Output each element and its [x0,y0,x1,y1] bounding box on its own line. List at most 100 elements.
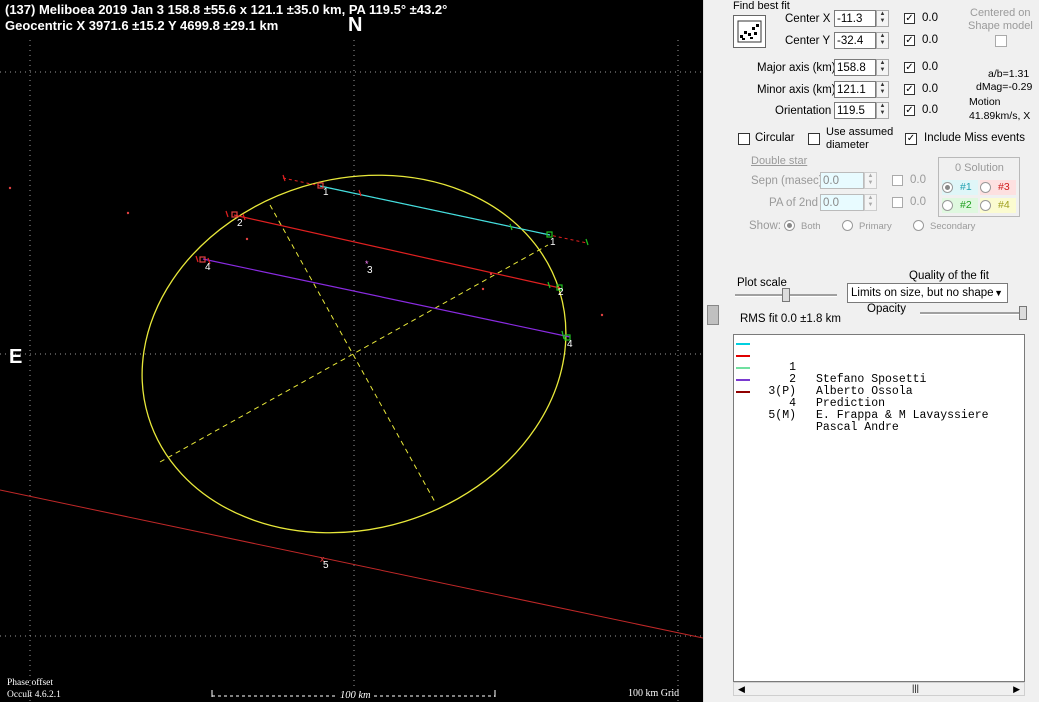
double-star-label: Double star [751,155,808,167]
quality-value: Limits on size, but no shape [851,287,994,299]
legend-row-4[interactable]: 4 E. Frappa & M Lavayssiere [734,374,989,422]
plot-canvas[interactable]: * x (137) Meliboea 2019 Jan 3 158.8 ±55.… [0,0,703,702]
scroll-right-icon[interactable]: ▶ [1013,684,1020,695]
include-miss-checkbox[interactable]: ✓ [905,133,917,145]
use-assumed-checkbox[interactable] [808,133,820,145]
use-assumed-label: Use assumed [826,126,894,138]
motion-value: 41.89km/s, X [969,110,1031,122]
plot-title: (137) Meliboea 2019 Jan 3 158.8 ±55.6 x … [5,2,448,17]
minor-axis-checkbox[interactable]: ✓ [904,84,915,95]
minor-axis-spinner[interactable]: ▲ ▼ [876,81,889,98]
opacity-slider[interactable] [1019,306,1027,320]
ab-ratio: a/b=1.31 [988,68,1030,80]
opacity-track[interactable] [920,312,1027,315]
pa2-unc: 0.0 [910,196,926,208]
major-axis-checkbox[interactable]: ✓ [904,62,915,73]
grid-label: 100 km Grid [628,688,680,699]
find-best-fit-button[interactable] [733,15,766,48]
orientation-spinner[interactable]: ▲ ▼ [876,102,889,119]
chevron-down-icon: ▼ [994,288,1003,298]
best-fit-icon [737,20,762,43]
circular-label: Circular [755,132,795,144]
solution-1-radio[interactable] [942,182,953,193]
legend-swatch-3 [736,367,750,369]
pa2-spinner[interactable]: ▲ ▼ [864,194,877,211]
legend-row-3[interactable]: 3(P) Prediction [734,362,885,410]
orientation-checkbox[interactable]: ✓ [904,105,915,116]
north-label: N [348,14,363,36]
splitter-handle[interactable] [707,305,719,325]
legend-row-2[interactable]: 2 Alberto Ossola [734,350,913,398]
version-label: Occult 4.6.2.1 [7,690,61,700]
plot-geocentric: Geocentric X 3971.6 ±15.2 Y 4699.8 ±29.1… [5,18,279,33]
minor-axis-unc: 0.0 [922,83,938,95]
motion-label: Motion [969,96,1001,108]
legend-row-1[interactable]: 1 Stefano Sposetti [734,338,926,386]
plot-splitter[interactable] [703,0,720,702]
solution-2[interactable]: #2 [942,198,978,213]
center-y-spinner[interactable]: ▲ ▼ [876,32,889,49]
solution-4-radio[interactable] [980,200,991,211]
legend-swatch-4 [736,379,750,381]
circular-checkbox[interactable] [738,133,750,145]
solution-group: 0 Solution #1 #3 #2 #4 [938,157,1020,217]
solution-4[interactable]: #4 [980,198,1016,213]
center-y-input[interactable]: -32.4 [834,32,876,49]
rms-fit: RMS fit 0.0 ±1.8 km [740,313,841,325]
plot-scale-label: Plot scale [737,277,787,289]
plot-scale-slider[interactable] [782,288,790,302]
shape-model-checkbox[interactable] [995,35,1007,47]
center-x-spinner[interactable]: ▲ ▼ [876,10,889,27]
show-label: Show: [749,220,781,232]
orientation-unc: 0.0 [922,104,938,116]
solution-3-radio[interactable] [980,182,991,193]
major-axis-spinner[interactable]: ▲ ▼ [876,59,889,76]
chord-4 [202,258,571,338]
scroll-left-icon[interactable]: ◀ [738,684,745,695]
legend-scrollbar[interactable]: ◀ ||| ▶ [733,682,1025,696]
orientation-input[interactable]: 119.5 [834,102,876,119]
major-axis-input[interactable]: 158.8 [834,59,876,76]
solution-3[interactable]: #3 [980,180,1016,195]
chord-markers [195,174,589,341]
scroll-thumb-grip[interactable]: ||| [912,683,919,693]
sepn-input[interactable]: 0.0 [820,172,864,189]
sepn-spinner[interactable]: ▲ ▼ [864,172,877,189]
solution-4-label: #4 [998,199,1010,211]
center-x-checkbox[interactable]: ✓ [904,13,915,24]
center-y-unc: 0.0 [922,34,938,46]
sepn-label: Sepn (masec) [751,175,823,187]
phase-offset-label: Phase offset [7,678,53,688]
show-primary-radio[interactable] [842,220,853,231]
show-both-radio[interactable] [784,220,795,231]
center-y-checkbox[interactable]: ✓ [904,35,915,46]
scale-label: 100 km [338,690,373,701]
minor-axis-input[interactable]: 121.1 [834,81,876,98]
minor-axis-label: Minor axis (km) [757,84,836,96]
solution-1[interactable]: #1 [942,180,978,195]
pa2-checkbox[interactable] [892,197,903,208]
sepn-checkbox[interactable] [892,175,903,186]
chord-label-1a: 1 [323,187,329,198]
center-x-unc: 0.0 [922,12,938,24]
solution-1-label: #1 [960,181,972,193]
major-axis [159,244,549,463]
legend-swatch-5 [736,391,750,393]
quality-dropdown[interactable]: Limits on size, but no shape ▼ [847,283,1008,303]
chord-5 [0,489,703,639]
dmag-value: dMag=-0.29 [976,81,1033,93]
show-secondary-radio[interactable] [913,220,924,231]
orientation-label: Orientation [775,105,832,117]
observer-legend[interactable]: 1 Stefano Sposetti 2 Alberto Ossola 3(P)… [733,334,1025,682]
solution-2-radio[interactable] [942,200,953,211]
major-axis-label: Major axis (km) [757,62,836,74]
chord-label-1b: 1 [550,237,556,248]
legend-swatch-2 [736,355,750,357]
legend-swatch-1 [736,343,750,345]
chord-label-5: 5 [323,560,329,571]
center-x-input[interactable]: -11.3 [834,10,876,27]
pa2-input[interactable]: 0.0 [820,194,864,211]
legend-row-5[interactable]: 5(M) Pascal Andre [734,386,899,434]
shape-model-label: Shape model [968,20,1033,32]
quality-label: Quality of the fit [909,270,989,282]
